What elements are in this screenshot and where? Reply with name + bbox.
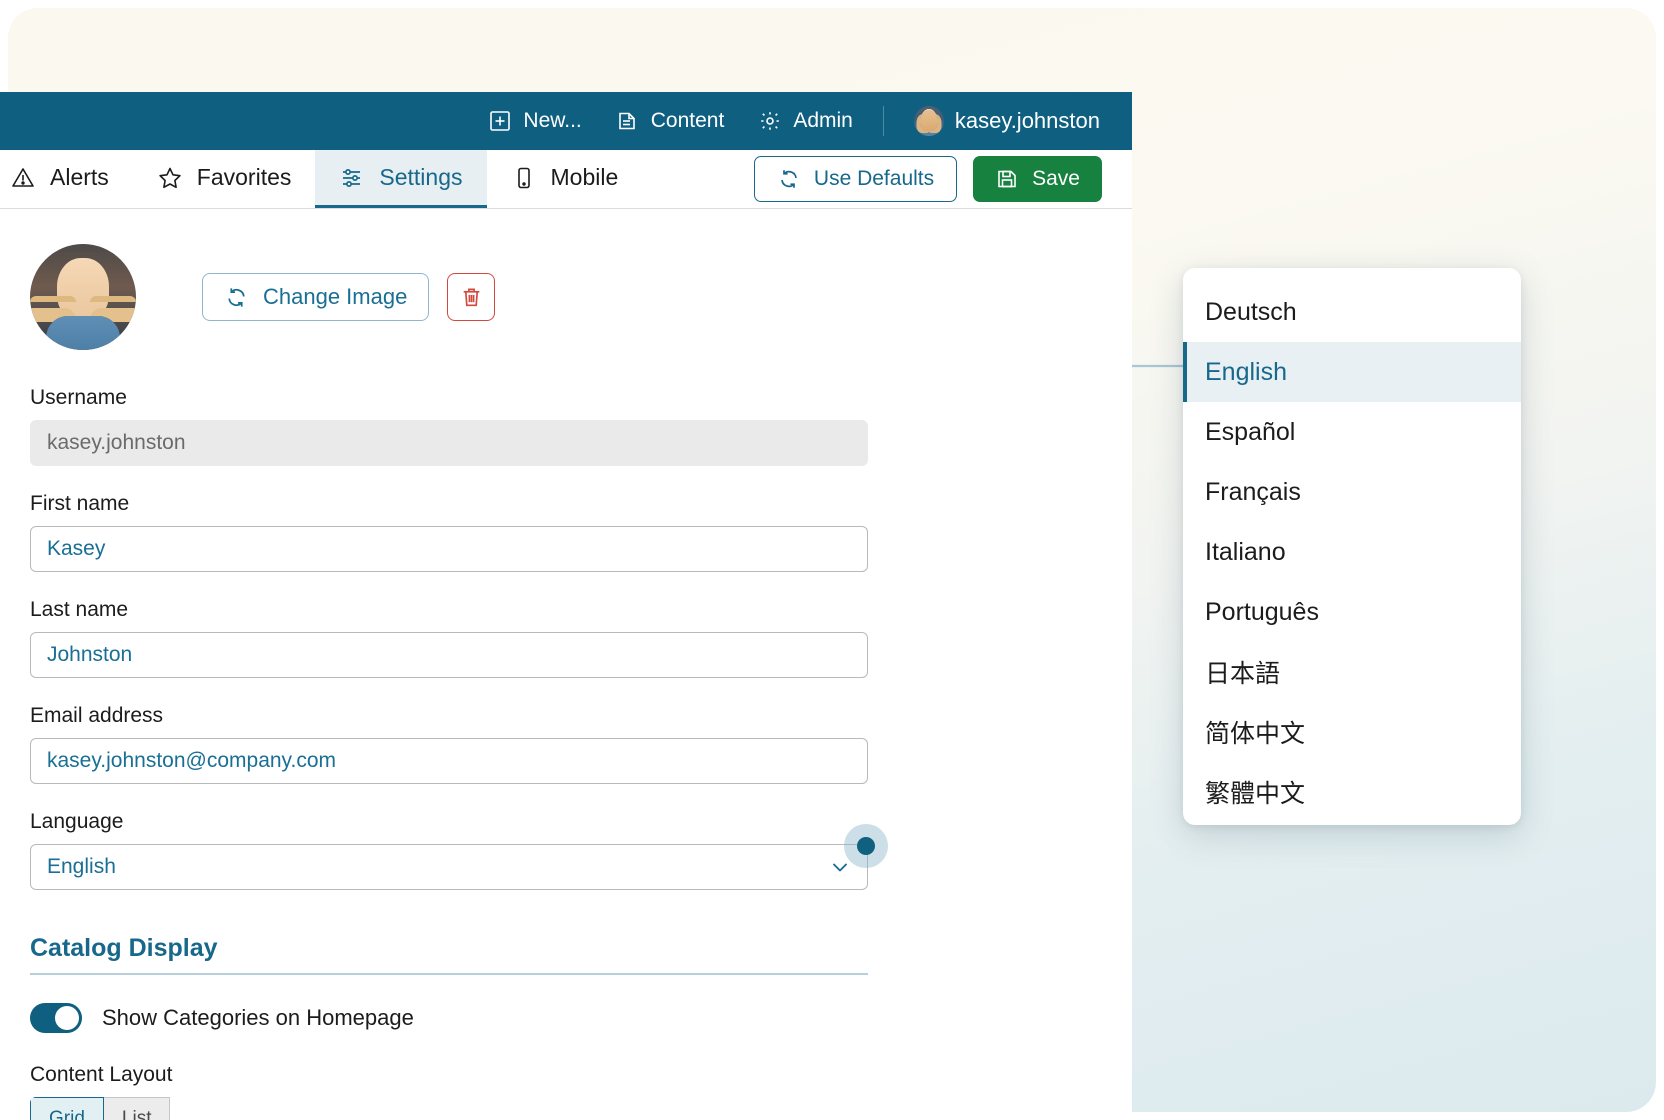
label-first-name: First name xyxy=(30,492,130,515)
dropdown-item-simplified-chinese[interactable]: 简体中文 xyxy=(1183,702,1521,762)
email-input[interactable]: kasey.johnston@company.com xyxy=(30,738,868,784)
label-email: Email address xyxy=(30,704,164,727)
show-categories-toggle[interactable] xyxy=(30,1002,82,1033)
catalog-display-heading: Catalog Display xyxy=(30,934,218,962)
plus-square-icon xyxy=(488,109,512,133)
profile-image-row: Change Image xyxy=(30,244,1102,350)
tab-favorites[interactable]: Favorites xyxy=(133,150,316,208)
dropdown-item-traditional-chinese[interactable]: 繁體中文 xyxy=(1183,762,1521,822)
document-icon xyxy=(616,109,640,133)
change-image-label: Change Image xyxy=(263,284,408,309)
connector-dot xyxy=(857,837,875,855)
field-email: Email address kasey.johnston@company.com xyxy=(30,704,1102,784)
field-username: Username kasey.johnston xyxy=(30,386,1102,466)
application-window: New... Content Admin kasey.johnston Aler… xyxy=(0,92,1132,1120)
refresh-icon xyxy=(224,285,249,310)
topnav-divider xyxy=(882,106,884,136)
delete-image-button[interactable] xyxy=(447,273,496,321)
tab-mobile[interactable]: Mobile xyxy=(487,150,643,208)
last-name-input[interactable]: Johnston xyxy=(30,632,868,678)
tab-label-settings: Settings xyxy=(379,164,463,190)
avatar[interactable] xyxy=(913,106,944,136)
dropdown-item-japanese[interactable]: 日本語 xyxy=(1183,642,1521,702)
field-last-name: Last name Johnston xyxy=(30,598,1102,678)
field-language: Language English xyxy=(30,810,1102,890)
label-last-name: Last name xyxy=(30,598,129,621)
tab-label-mobile: Mobile xyxy=(550,164,619,190)
refresh-icon xyxy=(777,167,801,191)
change-image-button[interactable]: Change Image xyxy=(202,273,430,321)
tab-label-favorites: Favorites xyxy=(196,164,292,190)
topnav-label-admin: Admin xyxy=(793,109,853,132)
dropdown-item-espanol[interactable]: Español xyxy=(1183,402,1521,462)
topnav-item-content[interactable]: Content xyxy=(616,109,725,133)
label-username: Username xyxy=(30,386,127,409)
content-layout-segmented-control: Grid List xyxy=(30,1096,292,1120)
topnav-item-new[interactable]: New... xyxy=(488,109,582,133)
star-icon xyxy=(157,165,183,191)
username-input: kasey.johnston xyxy=(30,420,868,466)
section-divider xyxy=(30,973,868,975)
tab-settings[interactable]: Settings xyxy=(315,150,487,208)
dropdown-item-italiano[interactable]: Italiano xyxy=(1183,522,1521,582)
language-select[interactable]: English xyxy=(30,844,868,890)
save-label: Save xyxy=(1032,167,1080,190)
show-categories-row: Show Categories on Homepage xyxy=(30,1002,1102,1033)
trash-icon xyxy=(459,285,484,310)
segment-grid[interactable]: Grid xyxy=(30,1096,104,1120)
sliders-icon xyxy=(339,165,365,191)
warning-triangle-icon xyxy=(10,165,36,191)
content-layout-label: Content Layout xyxy=(30,1062,173,1086)
settings-form: Change Image Username kasey.johnston Fir… xyxy=(0,210,1132,1120)
topnav-label-new: New... xyxy=(523,109,582,132)
topnav-username[interactable]: kasey.johnston xyxy=(955,108,1100,134)
top-navigation-bar: New... Content Admin kasey.johnston xyxy=(0,92,1132,150)
gear-icon xyxy=(758,109,782,133)
dropdown-item-english[interactable]: English xyxy=(1183,342,1521,402)
topnav-label-content: Content xyxy=(650,109,725,132)
tab-bar-actions: Use Defaults Save xyxy=(753,150,1132,208)
first-name-input[interactable]: Kasey xyxy=(30,526,868,572)
language-dropdown-panel: Deutsch English Español Français Italian… xyxy=(1183,268,1521,825)
dropdown-item-francais[interactable]: Français xyxy=(1183,462,1521,522)
profile-avatar xyxy=(30,244,136,350)
mobile-phone-icon xyxy=(511,165,537,191)
label-language: Language xyxy=(30,810,124,833)
save-button[interactable]: Save xyxy=(973,156,1102,202)
use-defaults-button[interactable]: Use Defaults xyxy=(753,156,958,202)
topnav-item-admin[interactable]: Admin xyxy=(758,109,853,133)
field-first-name: First name Kasey xyxy=(30,492,1102,572)
floppy-disk-icon xyxy=(995,167,1019,191)
tab-alerts[interactable]: Alerts xyxy=(0,150,133,208)
tab-bar: Alerts Favorites Settings Mobile Use Def… xyxy=(0,150,1132,209)
tab-label-alerts: Alerts xyxy=(50,164,109,190)
use-defaults-label: Use Defaults xyxy=(813,167,935,190)
dropdown-item-deutsch[interactable]: Deutsch xyxy=(1183,282,1521,342)
segment-list[interactable]: List xyxy=(103,1096,171,1120)
show-categories-label: Show Categories on Homepage xyxy=(102,1004,414,1030)
dropdown-item-portugues[interactable]: Português xyxy=(1183,582,1521,642)
